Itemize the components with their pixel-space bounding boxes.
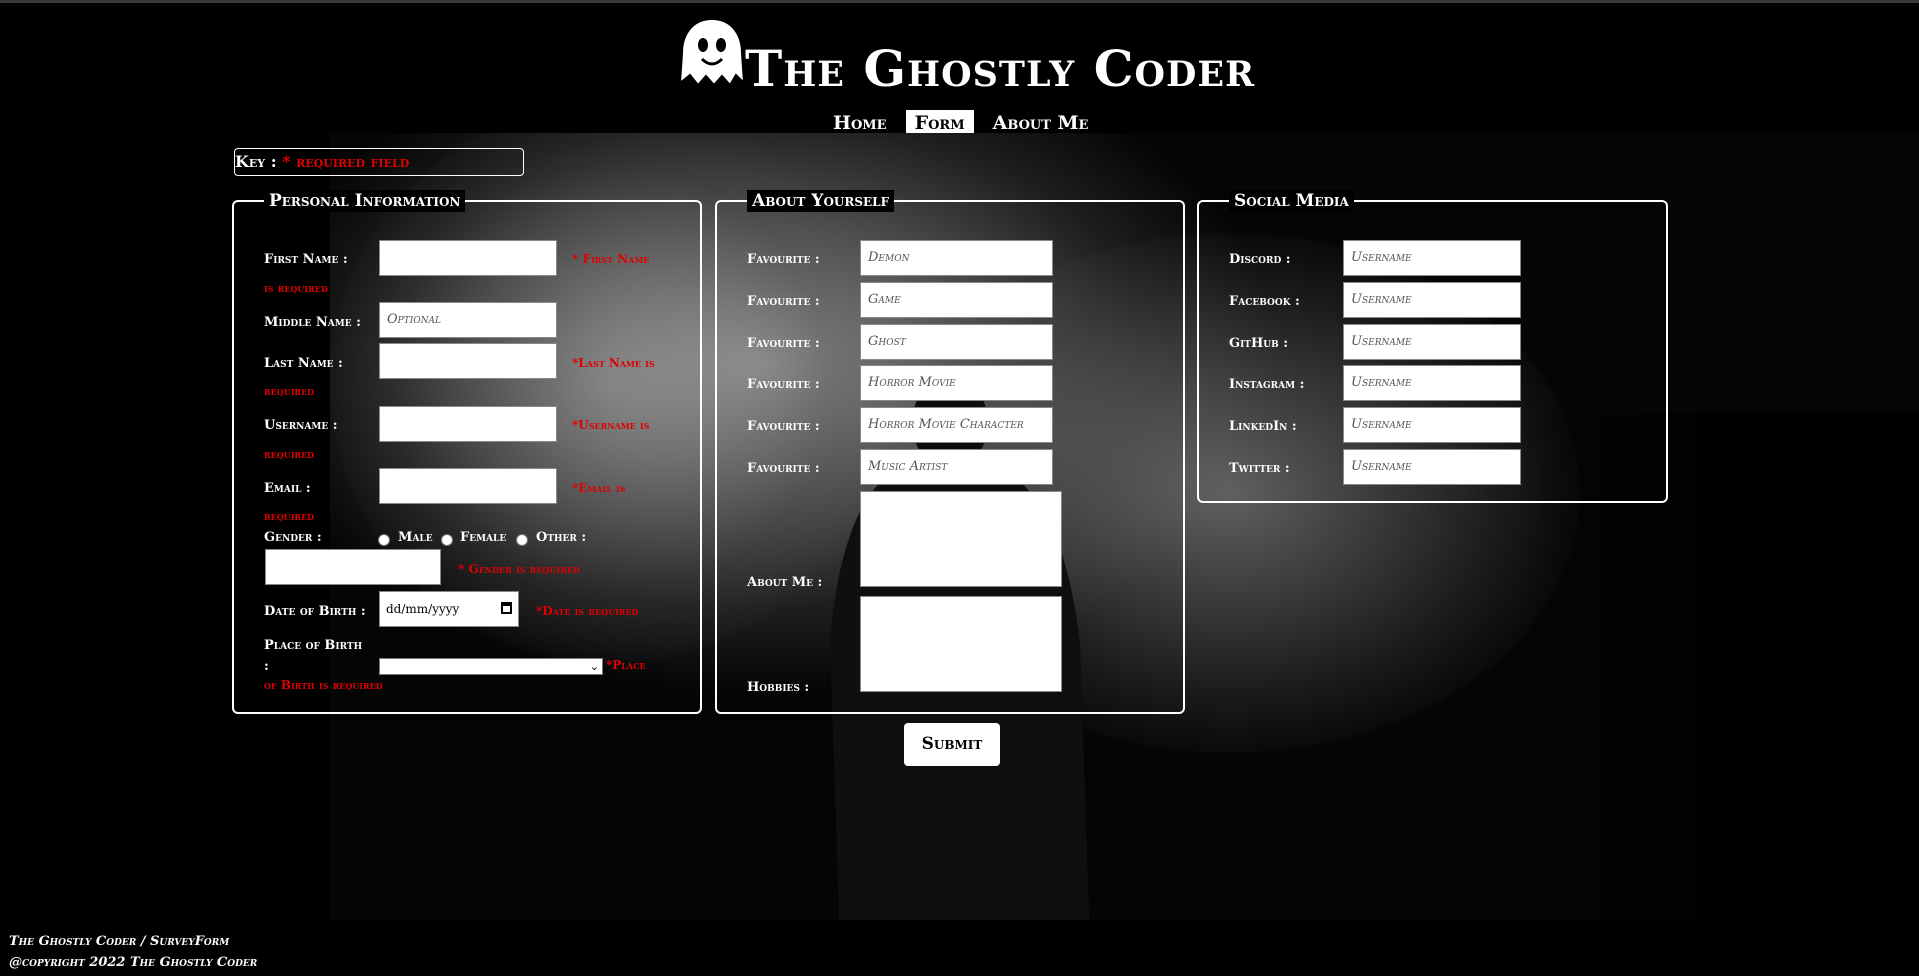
username-input[interactable]	[379, 406, 557, 442]
gender-other-radio[interactable]	[516, 534, 528, 546]
required-key: Key : * required field	[234, 148, 524, 176]
favourite-horror-movie-input[interactable]: Horror Movie	[860, 365, 1053, 401]
key-label: Key :	[235, 152, 277, 171]
favourite-game-label: Favourite :	[747, 294, 820, 309]
place-of-birth-label-colon: :	[264, 659, 269, 674]
date-of-birth-input[interactable]: dd/mm/yyyy	[379, 591, 519, 627]
favourite-ghost-label: Favourite :	[747, 336, 820, 351]
linkedin-label: LinkedIn :	[1229, 419, 1297, 434]
discord-input[interactable]: Username	[1343, 240, 1521, 276]
footer-breadcrumb: The Ghostly Coder / SurveyForm	[9, 934, 230, 949]
favourite-demon-input[interactable]: Demon	[860, 240, 1053, 276]
social-media-fieldset: Social Media Discord : Username Facebook…	[1197, 190, 1668, 503]
linkedin-input[interactable]: Username	[1343, 407, 1521, 443]
personal-information-fieldset: Personal Information First Name : * Firs…	[232, 190, 702, 714]
gender-error: * Gender is required	[458, 562, 580, 576]
github-input[interactable]: Username	[1343, 324, 1521, 360]
place-of-birth-error: *Place	[606, 658, 646, 672]
github-label: GitHub :	[1229, 336, 1289, 351]
footer-copyright: @copyright 2022 The Ghostly Coder	[9, 955, 258, 970]
email-error: *Email is	[572, 481, 626, 495]
gender-other-input[interactable]	[265, 549, 441, 585]
submit-button[interactable]: Submit	[904, 723, 1000, 766]
email-input[interactable]	[379, 468, 557, 504]
facebook-input[interactable]: Username	[1343, 282, 1521, 318]
date-of-birth-label: Date of Birth :	[264, 604, 366, 619]
last-name-label: Last Name :	[264, 356, 343, 371]
first-name-label: First Name :	[264, 252, 348, 267]
gender-male-radio[interactable]	[378, 534, 390, 546]
last-name-error-cont: required	[264, 384, 315, 398]
favourite-music-artist-input[interactable]: Music Artist	[860, 449, 1053, 485]
first-name-error-cont: is required	[264, 281, 328, 295]
gender-other-label: Other :	[536, 530, 587, 545]
date-of-birth-value: dd/mm/yyyy	[386, 602, 460, 616]
username-label: Username :	[264, 418, 338, 433]
place-of-birth-error-cont: of Birth is required	[264, 678, 383, 692]
favourite-demon-label: Favourite :	[747, 252, 820, 267]
favourite-horror-movie-label: Favourite :	[747, 377, 820, 392]
hobbies-textarea[interactable]	[860, 596, 1062, 692]
about-yourself-legend: About Yourself	[747, 190, 895, 212]
favourite-character-input[interactable]: Horror Movie Character	[860, 407, 1053, 443]
favourite-ghost-input[interactable]: Ghost	[860, 324, 1053, 360]
username-error-cont: required	[264, 447, 315, 461]
gender-male-label: Male	[398, 530, 433, 545]
about-yourself-fieldset: About Yourself Favourite : Demon Favouri…	[715, 190, 1185, 714]
personal-information-legend: Personal Information	[264, 190, 466, 212]
gender-female-label: Female	[460, 530, 507, 545]
last-name-error: *Last Name is	[572, 356, 655, 370]
favourite-music-artist-label: Favourite :	[747, 461, 820, 476]
favourite-character-label: Favourite :	[747, 419, 820, 434]
first-name-input[interactable]	[379, 240, 557, 276]
discord-label: Discord :	[1229, 252, 1291, 267]
middle-name-input[interactable]: Optional	[379, 302, 557, 338]
place-of-birth-select[interactable]: ⌄	[379, 658, 603, 675]
instagram-label: Instagram :	[1229, 377, 1305, 392]
calendar-icon[interactable]	[501, 602, 512, 614]
key-required-text: * required field	[282, 152, 410, 171]
about-me-textarea[interactable]	[860, 491, 1062, 587]
username-error: *Username is	[572, 418, 650, 432]
site-title: The Ghostly Coder	[745, 39, 1256, 98]
gender-label: Gender :	[264, 530, 322, 545]
instagram-input[interactable]: Username	[1343, 365, 1521, 401]
facebook-label: Facebook :	[1229, 294, 1300, 309]
date-of-birth-error: *Date is required	[536, 604, 639, 618]
hobbies-label: Hobbies :	[747, 680, 810, 695]
gender-female-radio[interactable]	[441, 534, 453, 546]
last-name-input[interactable]	[379, 343, 557, 379]
favourite-game-input[interactable]: Game	[860, 282, 1053, 318]
first-name-error: * First Name	[572, 252, 650, 266]
site-footer: The Ghostly Coder / SurveyForm @copyrigh…	[0, 920, 1919, 976]
email-label: Email :	[264, 481, 311, 496]
middle-name-label: Middle Name :	[264, 315, 361, 330]
gender-radio-group: Male Female Other :	[378, 530, 618, 548]
twitter-input[interactable]: Username	[1343, 449, 1521, 485]
email-error-cont: required	[264, 509, 315, 523]
chevron-down-icon: ⌄	[589, 660, 599, 673]
about-me-label: About Me :	[747, 575, 823, 590]
twitter-label: Twitter :	[1229, 461, 1290, 476]
social-media-legend: Social Media	[1229, 190, 1354, 212]
ghost-logo-icon	[678, 17, 746, 87]
site-header: The Ghostly Coder Home Form About Me	[0, 3, 1919, 136]
place-of-birth-label: Place of Birth	[264, 638, 363, 653]
